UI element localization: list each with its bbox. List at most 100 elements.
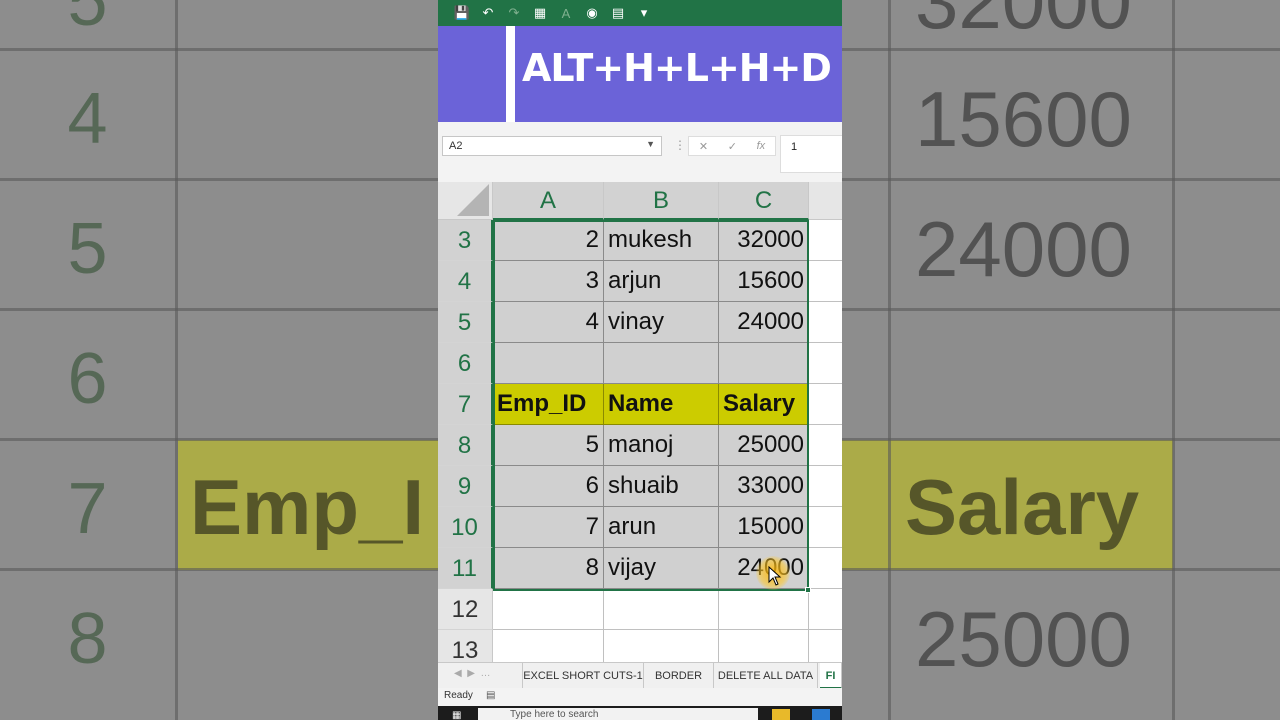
cell-a[interactable]: 2: [493, 220, 604, 261]
cell-a[interactable]: 6: [493, 466, 604, 507]
cell-c[interactable]: 15000: [719, 507, 809, 548]
font-color-icon[interactable]: A: [556, 6, 576, 21]
row-header[interactable]: 8: [438, 425, 493, 466]
row-header[interactable]: 9: [438, 466, 493, 507]
save-icon[interactable]: 💾: [452, 5, 472, 21]
tab-excel-short-cuts-1[interactable]: EXCEL SHORT CUTS-1: [522, 663, 644, 689]
name-box-value: A2: [449, 140, 463, 152]
cell-a[interactable]: 3: [493, 261, 604, 302]
status-ready: Ready: [444, 690, 473, 701]
mouse-pointer-icon: [768, 566, 782, 586]
select-all-icon: [457, 184, 489, 216]
customize-icon[interactable]: ▾: [634, 5, 654, 21]
cell-b[interactable]: manoj: [604, 425, 719, 466]
cell-a[interactable]: Emp_ID: [493, 384, 604, 425]
tab-delete-all-data[interactable]: DELETE ALL DATA: [714, 663, 818, 689]
cell-c[interactable]: [719, 589, 809, 630]
fill-handle[interactable]: [805, 587, 811, 593]
cell-c[interactable]: 32000: [719, 220, 809, 261]
row-header[interactable]: 10: [438, 507, 493, 548]
row-header[interactable]: 6: [438, 343, 493, 384]
store-icon[interactable]: [812, 709, 830, 720]
row-header[interactable]: 7: [438, 384, 493, 425]
column-header-c[interactable]: C: [719, 182, 809, 220]
insert-function-icon[interactable]: fx: [757, 140, 766, 152]
spreadsheet-grid: A B C 3 2 mukesh 32000 4 3 arjun 15600 5 4 vinay 24…: [438, 182, 842, 671]
column-header-d[interactable]: [809, 182, 842, 220]
form-icon[interactable]: ▤: [608, 5, 628, 21]
undo-icon[interactable]: ↶: [478, 5, 498, 21]
cell-d[interactable]: [809, 302, 842, 343]
cell-b[interactable]: mukesh: [604, 220, 719, 261]
cell-d[interactable]: [809, 466, 842, 507]
bg-row-number: 5: [67, 209, 108, 289]
bg-gridline: [1172, 0, 1175, 720]
cell-b[interactable]: arun: [604, 507, 719, 548]
cell-b[interactable]: vijay: [604, 548, 719, 589]
cell-c[interactable]: [719, 343, 809, 384]
cell-a[interactable]: 5: [493, 425, 604, 466]
formula-input[interactable]: 1: [780, 135, 842, 173]
cell-c[interactable]: 25000: [719, 425, 809, 466]
cell-d[interactable]: [809, 548, 842, 589]
cell-d[interactable]: [809, 507, 842, 548]
row-header[interactable]: 5: [438, 302, 493, 343]
banner-accent-bar: [506, 26, 515, 122]
cell-a[interactable]: 7: [493, 507, 604, 548]
status-bar: Ready ▤: [438, 688, 842, 706]
enter-icon[interactable]: ✓: [728, 140, 737, 153]
cell-c[interactable]: 33000: [719, 466, 809, 507]
bg-row-number: 7: [67, 469, 108, 549]
bg-row-number: 5: [67, 0, 108, 41]
quick-access-toolbar: 💾 ↶ ↷ ▦ A ◉ ▤ ▾: [438, 0, 842, 26]
cell-c[interactable]: 24000: [719, 302, 809, 343]
row-header[interactable]: 3: [438, 220, 493, 261]
cell-a[interactable]: 4: [493, 302, 604, 343]
cell-d[interactable]: [809, 220, 842, 261]
tab-active[interactable]: FI: [820, 663, 842, 689]
cell-c[interactable]: 15600: [719, 261, 809, 302]
cell-a[interactable]: 8: [493, 548, 604, 589]
cell-b[interactable]: shuaib: [604, 466, 719, 507]
sheet-tabs: ◀ ▶ … EXCEL SHORT CUTS-1 BORDER DELETE A…: [438, 662, 842, 689]
camera-icon[interactable]: ◉: [582, 5, 602, 21]
cell-d[interactable]: [809, 384, 842, 425]
column-header-b[interactable]: B: [604, 182, 719, 220]
windows-start-icon[interactable]: ▦: [452, 710, 464, 720]
chevron-down-icon[interactable]: ▼: [646, 139, 655, 149]
bg-cell: Emp_I: [190, 463, 425, 551]
taskbar: ▦ Type here to search: [438, 706, 842, 720]
cell-b[interactable]: vinay: [604, 302, 719, 343]
cell-b[interactable]: [604, 589, 719, 630]
cell-d[interactable]: [809, 425, 842, 466]
cancel-icon[interactable]: ✕: [699, 140, 708, 153]
screen: 5 4 5 6 7 8 32000 15600 24000 Emp_I Sala…: [0, 0, 1280, 720]
formula-bar: A2 ▼ ⋮ ✕ ✓ fx 1: [438, 126, 842, 182]
bg-gridline: [175, 0, 178, 720]
row-header[interactable]: 12: [438, 589, 493, 630]
excel-window: 💾 ↶ ↷ ▦ A ◉ ▤ ▾ ALT+H+L+H+D A2 ▼ ⋮ ✕ ✓ f…: [438, 0, 842, 720]
redo-icon[interactable]: ↷: [504, 5, 524, 21]
cell-d[interactable]: [809, 261, 842, 302]
cell-b[interactable]: Name: [604, 384, 719, 425]
cell-b[interactable]: [604, 343, 719, 384]
tab-border[interactable]: BORDER: [644, 663, 714, 689]
tab-scroll-icon[interactable]: ◀ ▶ …: [454, 668, 491, 679]
file-explorer-icon[interactable]: [772, 709, 790, 720]
select-all-button[interactable]: [438, 182, 493, 220]
name-box[interactable]: A2 ▼: [442, 136, 662, 156]
row-header[interactable]: 11: [438, 548, 493, 589]
cell-d[interactable]: [809, 343, 842, 384]
taskbar-search[interactable]: Type here to search: [478, 708, 758, 720]
bg-row-number: 6: [67, 339, 108, 419]
column-header-a[interactable]: A: [493, 182, 604, 220]
macro-record-icon[interactable]: ▤: [486, 690, 495, 701]
borders-icon[interactable]: ▦: [530, 5, 550, 21]
row-header[interactable]: 4: [438, 261, 493, 302]
cell-c[interactable]: Salary: [719, 384, 809, 425]
resize-handle-icon[interactable]: ⋮: [674, 138, 686, 152]
cell-d[interactable]: [809, 589, 842, 630]
cell-a[interactable]: [493, 589, 604, 630]
cell-b[interactable]: arjun: [604, 261, 719, 302]
cell-a[interactable]: [493, 343, 604, 384]
